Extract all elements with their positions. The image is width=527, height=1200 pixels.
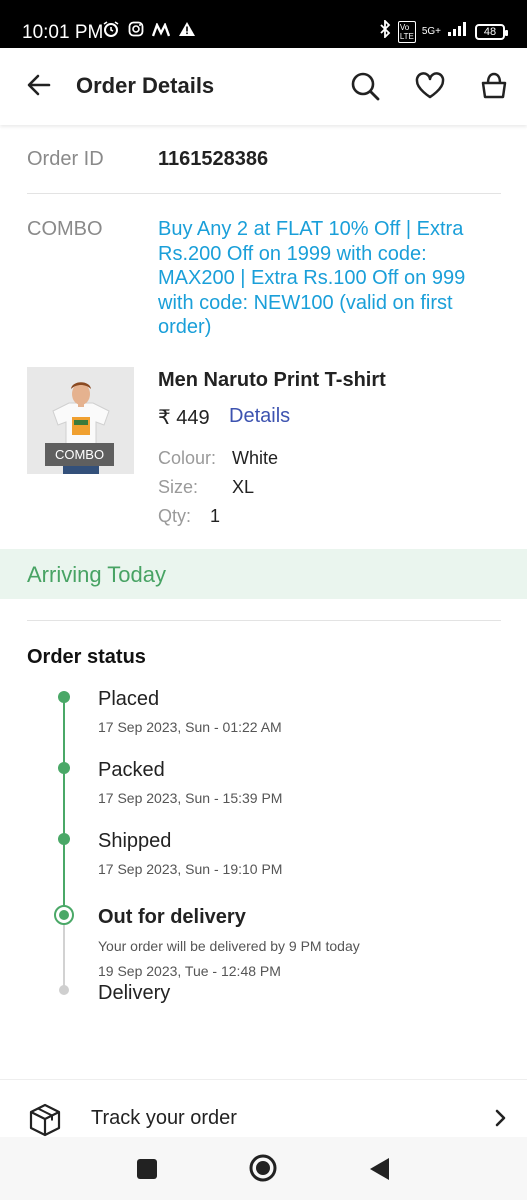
step-out-for-delivery-note: Your order will be delivered by 9 PM tod…: [98, 938, 360, 954]
size-value: XL: [232, 477, 255, 497]
timeline-dot-placed: [58, 691, 70, 703]
step-packed-title: Packed: [98, 759, 165, 781]
colour-label: Colour:: [158, 448, 217, 468]
step-placed-title: Placed: [98, 688, 160, 710]
back-arrow-icon[interactable]: [24, 70, 54, 100]
step-out-for-delivery-time: 19 Sep 2023, Tue - 12:48 PM: [98, 963, 281, 979]
step-shipped-title: Shipped: [98, 830, 172, 852]
combo-label: COMBO: [27, 218, 103, 240]
qty-label: Qty:: [158, 506, 192, 526]
size-label: Size:: [158, 477, 199, 497]
details-link[interactable]: Details: [229, 405, 290, 428]
product-name[interactable]: Men Naruto Print T-shirt: [158, 369, 386, 392]
step-shipped-time: 17 Sep 2023, Sun - 19:10 PM: [98, 861, 283, 877]
warning-icon: [178, 21, 196, 42]
recent-apps-icon[interactable]: [136, 1158, 158, 1185]
divider: [27, 193, 501, 194]
alarm-icon: [102, 20, 120, 43]
timeline-dot-packed: [58, 762, 70, 774]
network-type: 5G+: [421, 26, 441, 37]
combo-offer-link[interactable]: Buy Any 2 at FLAT 10% Off | Extra Rs.200…: [158, 217, 503, 340]
app-header: Order Details: [0, 48, 527, 125]
step-delivery-title: Delivery: [98, 982, 171, 1004]
myntra-icon: [151, 21, 171, 42]
track-order-label: Track your order: [91, 1107, 237, 1129]
step-out-for-delivery-title: Out for delivery: [98, 906, 246, 928]
bluetooth-icon: [378, 18, 392, 43]
step-packed-time: 17 Sep 2023, Sun - 15:39 PM: [98, 790, 283, 806]
status-time: 10:01 PM: [22, 22, 104, 43]
signal-icon: [447, 21, 469, 42]
timeline-dot-shipped: [58, 833, 70, 845]
bag-icon[interactable]: [478, 70, 510, 102]
colour-value: White: [232, 448, 279, 468]
timeline-dot-current: [54, 905, 74, 925]
divider: [27, 620, 501, 621]
heart-icon[interactable]: [414, 70, 446, 102]
arriving-text: Arriving Today: [27, 562, 166, 587]
chevron-right-icon: [494, 1108, 508, 1133]
volte-label: Vo LTE: [397, 20, 416, 43]
page-title: Order Details: [76, 73, 215, 98]
system-nav-bar: [0, 1137, 527, 1200]
instagram-icon: [128, 21, 144, 42]
timeline-dot-delivery: [59, 985, 69, 995]
home-icon[interactable]: [248, 1153, 278, 1188]
product-price: ₹ 449: [158, 407, 210, 429]
search-icon[interactable]: [349, 70, 381, 102]
timeline-line-pending: [63, 916, 65, 990]
product-image[interactable]: COMBO: [27, 367, 134, 474]
arriving-banner: Arriving Today: [0, 549, 527, 599]
order-status-title: Order status: [27, 646, 146, 668]
step-placed-time: 17 Sep 2023, Sun - 01:22 AM: [98, 719, 282, 735]
timeline-line-completed: [63, 697, 65, 915]
combo-badge: COMBO: [45, 443, 114, 466]
order-id-value: 1161528386: [158, 148, 269, 170]
qty-value: 1: [210, 506, 221, 526]
battery-icon: 48: [475, 23, 508, 40]
status-bar: 10:01 PM Vo LTE 5G+ 48: [0, 0, 527, 48]
order-id-label: Order ID: [27, 148, 104, 170]
back-icon[interactable]: [368, 1156, 392, 1187]
